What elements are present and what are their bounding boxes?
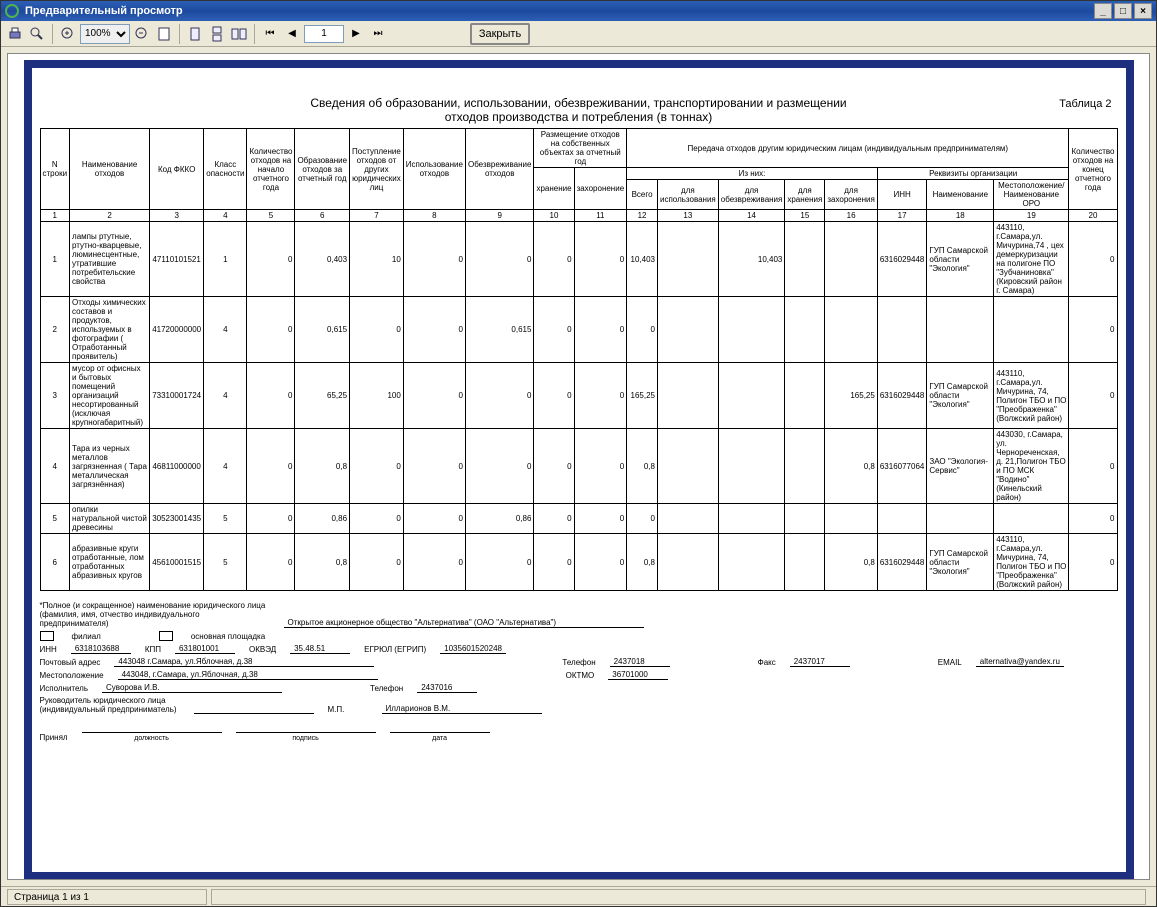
view-facing-icon[interactable] [229, 24, 249, 44]
main-area-checkbox[interactable] [159, 631, 173, 641]
page-input[interactable] [304, 25, 344, 43]
statusbar: Страница 1 из 1 [1, 886, 1156, 906]
print-icon[interactable] [5, 24, 25, 44]
content-area[interactable]: Таблица 2 Сведения об образовании, испол… [7, 53, 1150, 880]
last-page-icon[interactable]: ⏭ [368, 24, 388, 44]
view-single-icon[interactable] [185, 24, 205, 44]
zoom-out-icon[interactable] [132, 24, 152, 44]
app-icon [5, 4, 19, 18]
table-row: 4Тара из черных металлов загрязненная ( … [40, 429, 1117, 504]
data-table: N строки Наименование отходов Код ФККО К… [40, 128, 1118, 591]
report-page: Таблица 2 Сведения об образовании, испол… [24, 60, 1134, 880]
report-title: Сведения об образовании, использовании, … [40, 96, 1118, 124]
footer-block: *Полное (и сокращенное) наименование юри… [40, 601, 1118, 742]
view-continuous-icon[interactable] [207, 24, 227, 44]
table-label: Таблица 2 [1059, 98, 1111, 110]
table-row: 1лампы ртутные, ртутно-кварцевые, люмине… [40, 222, 1117, 297]
preview-window: Предварительный просмотр _ □ × 100% ⏮ ◀ … [0, 0, 1157, 907]
minimize-button[interactable]: _ [1094, 3, 1112, 19]
close-button[interactable]: Закрыть [470, 23, 530, 45]
search-icon[interactable] [27, 24, 47, 44]
maximize-button[interactable]: □ [1114, 3, 1132, 19]
prev-page-icon[interactable]: ◀ [282, 24, 302, 44]
titlebar: Предварительный просмотр _ □ × [1, 1, 1156, 21]
table-row: 3мусор от офисных и бытовых помещений ор… [40, 363, 1117, 429]
next-page-icon[interactable]: ▶ [346, 24, 366, 44]
zoom-in-icon[interactable] [58, 24, 78, 44]
table-row: 5опилки натуральной чистой древесины3052… [40, 504, 1117, 534]
toolbar: 100% ⏮ ◀ ▶ ⏭ Закрыть [1, 21, 1156, 47]
first-page-icon[interactable]: ⏮ [260, 24, 280, 44]
status-page: Страница 1 из 1 [7, 889, 207, 905]
table-row: 2Отходы химических составов и продуктов,… [40, 297, 1117, 363]
fit-page-icon[interactable] [154, 24, 174, 44]
window-title: Предварительный просмотр [25, 5, 183, 17]
table-row: 6абразивные круги отработанные, лом отра… [40, 534, 1117, 591]
filial-checkbox[interactable] [40, 631, 54, 641]
close-window-button[interactable]: × [1134, 3, 1152, 19]
zoom-select[interactable]: 100% [80, 24, 130, 44]
